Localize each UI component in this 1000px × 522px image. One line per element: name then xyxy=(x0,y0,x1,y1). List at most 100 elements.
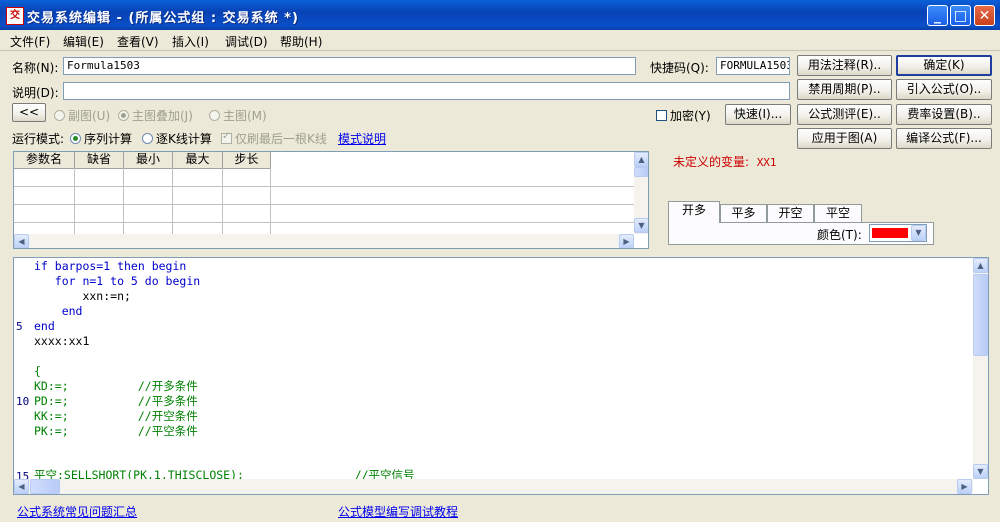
main-overlay-label: 主图叠加(J) xyxy=(132,109,193,123)
main-chart-label: 主图(M) xyxy=(223,109,267,123)
grid-line xyxy=(270,168,271,234)
code-line: { xyxy=(34,364,41,378)
tab-close-long[interactable]: 平多 xyxy=(720,204,767,222)
confirm-button[interactable]: 确定(K) xyxy=(896,55,992,76)
fee-settings-button[interactable]: 费率设置(B).. xyxy=(896,104,992,125)
shortcut-input[interactable]: FORMULA1503 xyxy=(716,57,790,75)
menu-insert[interactable]: 插入(I) xyxy=(172,33,209,50)
param-hscroll[interactable]: ◀ ▶ xyxy=(14,234,634,248)
scroll-up-icon[interactable]: ▲ xyxy=(973,258,988,273)
maximize-icon: □ xyxy=(953,8,968,24)
compile-formula-button[interactable]: 编译公式(F)... xyxy=(896,128,992,149)
quick-button[interactable]: 快速(I)... xyxy=(725,104,791,125)
code-line: PD:=; //平多条件 xyxy=(34,394,198,408)
shortcut-label: 快捷码(Q): xyxy=(650,61,709,75)
column-header[interactable]: 缺省 xyxy=(75,152,124,168)
checkbox-box xyxy=(656,110,667,121)
main-chart-radio[interactable]: 主图(M) xyxy=(209,107,267,124)
radio-circle xyxy=(118,110,129,121)
line-number: 10 xyxy=(16,395,30,408)
column-header[interactable]: 最大 xyxy=(173,152,223,168)
scroll-up-icon[interactable]: ▲ xyxy=(634,152,648,167)
usage-notes-button[interactable]: 用法注释(R).. xyxy=(797,55,892,76)
mode-help-link[interactable]: 模式说明 xyxy=(338,130,386,147)
close-button[interactable]: ✕ xyxy=(974,5,995,26)
checkbox-box xyxy=(221,131,232,144)
disable-period-button[interactable]: 禁用周期(P).. xyxy=(797,79,892,100)
scroll-down-icon[interactable]: ▼ xyxy=(973,464,988,479)
editor-hscroll[interactable]: ◀ ▶ xyxy=(14,479,973,494)
code-line: KK:=; //开空条件 xyxy=(34,409,198,423)
menu-debug[interactable]: 调试(D) xyxy=(225,33,268,50)
scroll-right-icon[interactable]: ▶ xyxy=(957,479,972,494)
column-header[interactable]: 最小 xyxy=(124,152,173,168)
code-line: PK:=; //平空条件 xyxy=(34,424,198,438)
color-select[interactable]: ▼ xyxy=(869,224,927,242)
run-mode-label: 运行模式: xyxy=(12,132,65,146)
encrypt-label: 加密(Y) xyxy=(670,109,711,123)
undefined-vars: 未定义的变量: XX1 xyxy=(673,153,777,170)
menu-help[interactable]: 帮助(H) xyxy=(280,33,322,50)
scroll-down-icon[interactable]: ▼ xyxy=(634,218,648,233)
faq-link[interactable]: 公式系统常见问题汇总 xyxy=(17,503,137,520)
grid-line xyxy=(14,204,634,205)
minimize-button[interactable]: _ xyxy=(927,5,948,26)
undefined-vars-label: 未定义的变量: xyxy=(673,155,750,169)
description-label: 说明(D): xyxy=(12,86,59,100)
editor-vscroll[interactable]: ▲ ▼ xyxy=(973,258,988,479)
menu-edit[interactable]: 编辑(E) xyxy=(63,33,104,50)
name-label: 名称(N): xyxy=(12,61,59,75)
color-swatch xyxy=(872,228,908,238)
last-bar-only-checkbox[interactable]: 仅刷最后一根K线 xyxy=(221,130,327,147)
scroll-left-icon[interactable]: ◀ xyxy=(14,479,29,494)
sequence-calc-label: 序列计算 xyxy=(84,132,133,146)
tab-open-long[interactable]: 开多 xyxy=(668,201,720,223)
menu-file[interactable]: 文件(F) xyxy=(10,33,50,50)
scroll-thumb[interactable] xyxy=(30,479,60,494)
tab-open-short[interactable]: 开空 xyxy=(767,204,814,222)
title-bar[interactable]: 交 交易系统编辑 - (所属公式组 : 交易系统 *) _ □ ✕ xyxy=(0,0,1000,30)
sub-chart-radio[interactable]: 副图(U) xyxy=(54,107,110,124)
radio-circle xyxy=(54,110,65,121)
sequence-calc-radio[interactable]: 序列计算 xyxy=(70,130,132,147)
param-vscroll[interactable]: ▲ ▼ xyxy=(634,152,648,234)
code-line: xxn:=n; xyxy=(34,289,131,303)
line-number-gutter: 5 10 15 xyxy=(14,258,32,483)
chevron-down-icon[interactable]: ▼ xyxy=(911,225,926,241)
last-bar-only-label: 仅刷最后一根K线 xyxy=(235,132,327,146)
grid-line xyxy=(14,222,634,223)
scroll-right-icon[interactable]: ▶ xyxy=(619,234,634,248)
window-title: 交易系统编辑 - (所属公式组 : 交易系统 *) xyxy=(27,11,299,26)
description-input[interactable] xyxy=(63,82,790,100)
undefined-vars-value: XX1 xyxy=(756,156,777,169)
code-editor[interactable]: 5 10 15 if barpos=1 then begin for n=1 t… xyxy=(13,257,989,495)
tutorial-link[interactable]: 公式模型编写调试教程 xyxy=(338,503,458,520)
grid-line xyxy=(14,186,634,187)
menu-view[interactable]: 查看(V) xyxy=(117,33,159,50)
grid-line xyxy=(222,168,223,234)
apply-to-chart-button[interactable]: 应用于图(A) xyxy=(797,128,892,149)
radio-circle xyxy=(70,133,81,144)
code-line: xxxx:xx1 xyxy=(34,334,90,348)
close-icon: ✕ xyxy=(978,8,991,24)
main-overlay-radio[interactable]: 主图叠加(J) xyxy=(118,107,193,124)
per-bar-calc-label: 逐K线计算 xyxy=(156,132,212,146)
table-header: 参数名 缺省 最小 最大 步长 xyxy=(14,152,271,169)
column-header[interactable]: 步长 xyxy=(223,152,271,168)
import-formula-button[interactable]: 引入公式(O).. xyxy=(896,79,992,100)
column-header[interactable]: 参数名 xyxy=(14,152,75,168)
parameter-table[interactable]: 参数名 缺省 最小 最大 步长 ▲ ▼ ◀ ▶ xyxy=(13,151,649,249)
per-bar-calc-radio[interactable]: 逐K线计算 xyxy=(142,130,212,147)
scroll-left-icon[interactable]: ◀ xyxy=(14,234,29,248)
tab-close-short[interactable]: 平空 xyxy=(814,204,862,222)
formula-test-button[interactable]: 公式测评(E).. xyxy=(797,104,892,125)
encrypt-checkbox[interactable]: 加密(Y) xyxy=(656,107,711,124)
signal-tabs: 颜色(T): ▼ 开多 平多 开空 平空 xyxy=(668,201,934,245)
scroll-thumb[interactable] xyxy=(973,274,988,356)
maximize-button[interactable]: □ xyxy=(950,5,971,26)
collapse-button[interactable]: << xyxy=(12,103,46,122)
scroll-thumb[interactable] xyxy=(634,167,648,177)
name-input[interactable]: Formula1503 xyxy=(63,57,636,75)
grid-line xyxy=(74,168,75,234)
minimize-icon: _ xyxy=(934,8,941,24)
